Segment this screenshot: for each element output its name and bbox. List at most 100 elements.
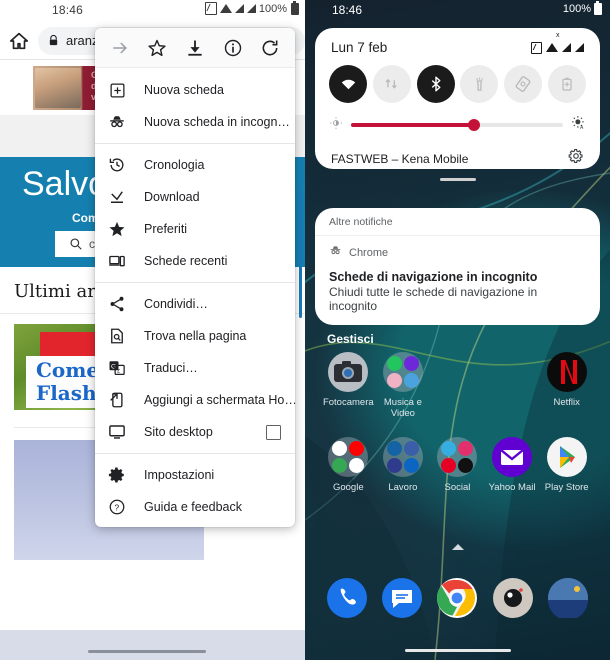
menu-item-share[interactable]: Condividi… — [95, 288, 295, 320]
download-icon — [108, 188, 126, 206]
right-nav-bar — [305, 632, 610, 660]
home-folder-social[interactable]: Social — [430, 437, 485, 493]
carrier-row: FASTWEB – Kena Mobile — [315, 135, 600, 181]
home-icon[interactable] — [8, 30, 30, 52]
forward-button[interactable] — [109, 37, 131, 59]
netflix-icon — [546, 352, 587, 392]
menu-item-bookmarks[interactable]: Preferiti — [95, 213, 295, 245]
svg-text:A: A — [580, 125, 584, 130]
page-scrollbar[interactable] — [299, 190, 302, 318]
folder-app-3 — [386, 458, 402, 473]
share-icon — [108, 295, 126, 313]
menu-top-actions — [95, 28, 295, 68]
folder-app-pinterest — [441, 458, 457, 473]
desktop-site-checkbox[interactable] — [266, 424, 281, 440]
nfc-icon — [531, 41, 542, 54]
recent-tabs-icon — [108, 252, 126, 270]
mobile-data-tile[interactable] — [372, 65, 411, 103]
folder-app-youtube — [349, 441, 365, 456]
menu-item-label: Trova nella pagina — [144, 329, 247, 343]
folder-app-telegram — [441, 441, 457, 456]
download-icon[interactable] — [184, 37, 206, 59]
menu-item-label: Sito desktop — [144, 425, 213, 439]
chrome-icon[interactable] — [437, 578, 478, 618]
home-folder-lavoro[interactable]: Lavoro — [376, 437, 431, 493]
home-cell-empty-2 — [485, 352, 540, 419]
star-icon[interactable] — [146, 37, 168, 59]
auto-rotate-tile[interactable] — [504, 65, 543, 103]
desktop-icon — [108, 423, 126, 441]
brightness-auto-icon[interactable]: A — [571, 115, 586, 135]
right-status-bar: 18:46 100% — [305, 0, 610, 22]
home-icon-netflix[interactable]: Netflix — [539, 352, 594, 419]
folder-icon — [437, 437, 478, 477]
add-to-home-icon — [108, 391, 126, 409]
gear-icon — [108, 466, 126, 484]
menu-item-settings[interactable]: Impostazioni — [95, 459, 295, 491]
home-folder-google[interactable]: Google — [321, 437, 376, 493]
bluetooth-tile[interactable] — [416, 65, 455, 103]
menu-item-translate[interactable]: Gz Traduci… — [95, 352, 295, 384]
brightness-slider-knob[interactable] — [467, 119, 480, 131]
menu-item-new-incognito-tab[interactable]: Nuova scheda in incogn… — [95, 106, 295, 138]
help-icon: ? — [108, 498, 126, 516]
nfc-icon — [204, 2, 217, 15]
signal-icon — [562, 43, 571, 52]
reload-icon[interactable] — [259, 37, 281, 59]
wifi-icon — [546, 32, 560, 52]
folder-app-2 — [403, 356, 419, 371]
battery-saver-tile[interactable] — [547, 65, 586, 103]
new-tab-icon — [108, 81, 126, 99]
menu-item-desktop-site[interactable]: Sito desktop — [95, 416, 295, 448]
gallery-icon[interactable] — [548, 578, 589, 620]
phone-icon[interactable] — [326, 578, 367, 618]
right-phone-screen: 18:46 100% Lun 7 feb x A FASTWEB – Kena … — [305, 0, 610, 660]
qs-status-icons — [531, 32, 584, 54]
quick-settings-panel: Lun 7 feb x A FASTWEB – Kena Mobile — [315, 28, 600, 181]
battery-percent: 100% — [562, 3, 591, 15]
home-cell-empty-1 — [430, 352, 485, 419]
battery-icon — [594, 1, 602, 15]
left-phone-screen: 18:46 100% aranz — [0, 0, 305, 660]
home-icon-yahoo-mail[interactable]: Yahoo Mail — [485, 437, 540, 493]
gear-icon[interactable] — [568, 148, 584, 169]
home-icon-play-store[interactable]: Play Store — [539, 437, 594, 493]
menu-item-label: Preferiti — [144, 222, 188, 236]
brightness-slider[interactable] — [351, 119, 563, 131]
home-icon-label: Google — [332, 482, 364, 493]
notification-section-header: Altre notifiche — [315, 208, 600, 236]
home-icon-label: Lavoro — [388, 482, 418, 493]
menu-item-help-feedback[interactable]: ? Guida e feedback — [95, 491, 295, 523]
info-icon[interactable] — [222, 37, 244, 59]
menu-item-download[interactable]: Download — [95, 181, 295, 213]
menu-item-recent-tabs[interactable]: Schede recenti — [95, 245, 295, 277]
home-icon-label: Fotocamera — [322, 397, 374, 408]
folder-app-1 — [386, 441, 402, 456]
menu-separator — [95, 282, 295, 283]
home-folder-musica-video[interactable]: Musica e Video — [376, 352, 431, 419]
panel-drag-handle[interactable] — [439, 178, 476, 181]
menu-item-find-in-page[interactable]: Trova nella pagina — [95, 320, 295, 352]
chevron-up-icon[interactable] — [451, 544, 464, 550]
carrier-name: FASTWEB – Kena Mobile — [331, 151, 469, 166]
qs-date: Lun 7 feb — [331, 40, 388, 55]
svg-text:z: z — [117, 369, 120, 375]
folder-icon — [382, 437, 423, 477]
home-screen-row-1: Fotocamera Musica e Video Netflix — [305, 352, 610, 419]
flashlight-tile[interactable] — [460, 65, 499, 103]
wifi-tile[interactable] — [329, 65, 367, 103]
home-icon-fotocamera[interactable]: Fotocamera — [321, 352, 376, 419]
menu-item-history[interactable]: Cronologia — [95, 149, 295, 181]
folder-app-1 — [386, 356, 402, 371]
manage-notifications-button[interactable]: Gestisci — [327, 332, 374, 346]
notification-item[interactable]: Chrome Schede di navigazione in incognit… — [315, 236, 600, 325]
menu-item-new-tab[interactable]: Nuova scheda — [95, 74, 295, 106]
messages-icon[interactable] — [382, 578, 423, 618]
lock-icon — [48, 34, 59, 47]
translate-icon: Gz — [108, 359, 126, 377]
star-filled-icon — [108, 220, 126, 238]
menu-item-label: Cronologia — [144, 158, 205, 172]
camera-icon[interactable] — [492, 578, 533, 618]
folder-app-3 — [332, 458, 348, 473]
menu-item-add-to-home-screen[interactable]: Aggiungi a schermata Ho… — [95, 384, 295, 416]
